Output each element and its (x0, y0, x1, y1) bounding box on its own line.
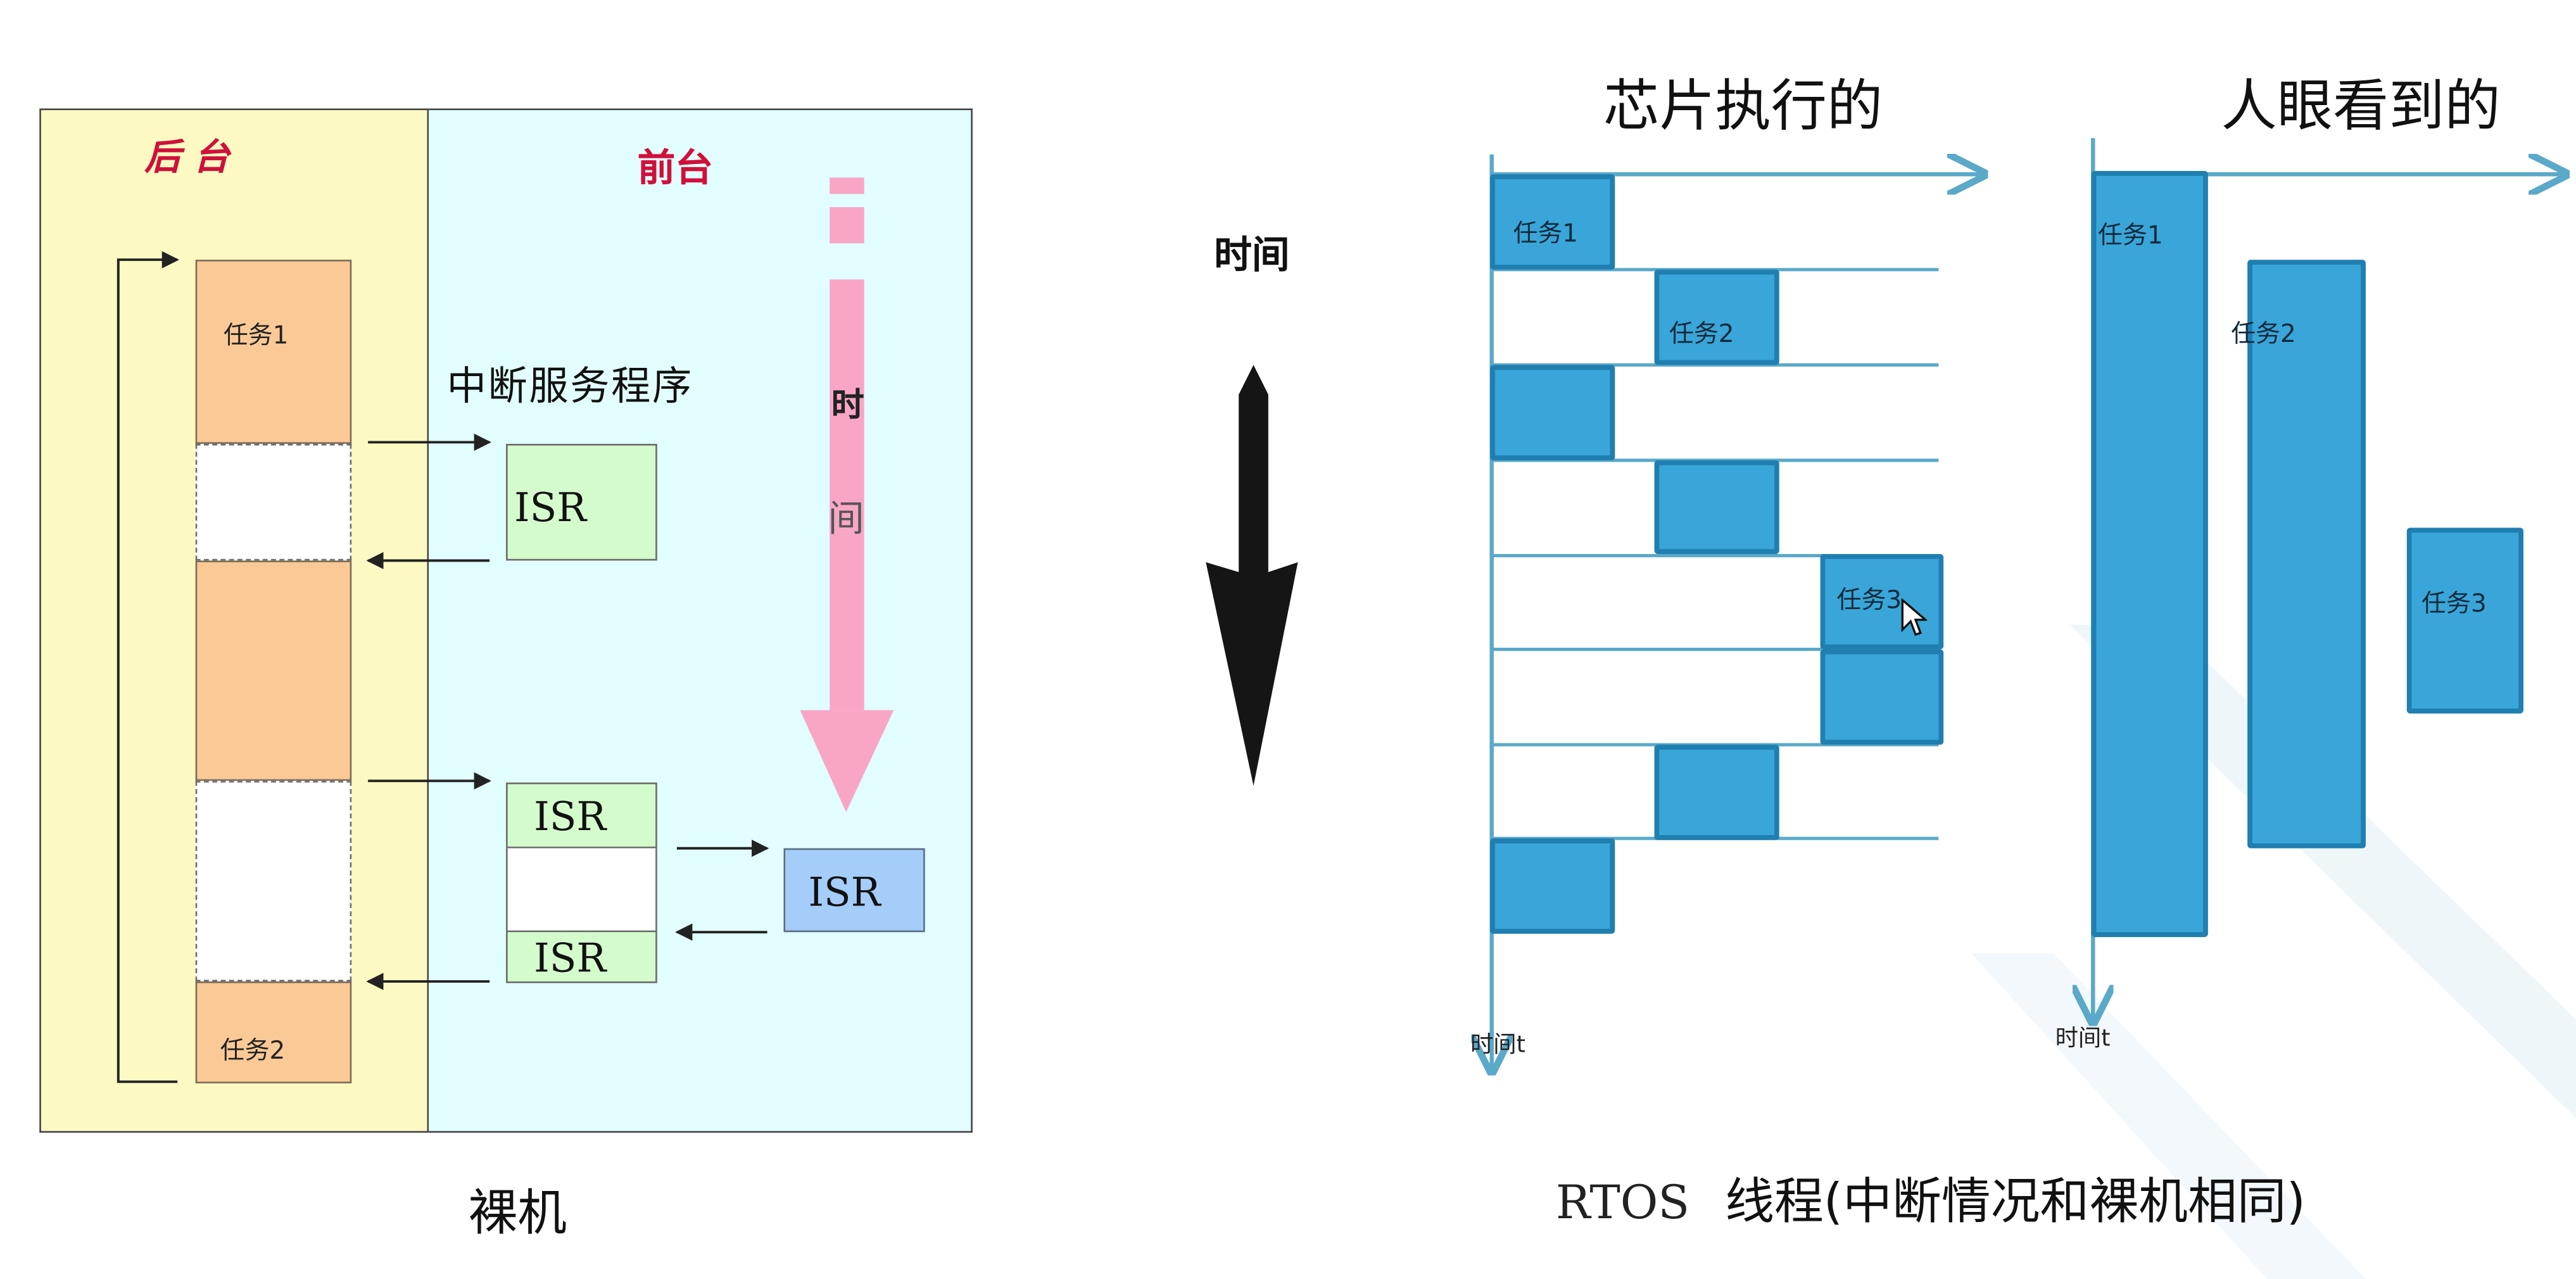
bare-metal-caption: 裸机 (468, 1185, 567, 1243)
eye-task1-bar (2091, 171, 2208, 937)
eye-axis-label: 时间t (2055, 1026, 2111, 1052)
loop-arrow (117, 251, 179, 1083)
diagram-canvas: 后 台 前台 任务1 任务2 中断服务程序 ISR ISR ISR ISR 时 … (0, 0, 2576, 1279)
chip-slice-task2-b (1654, 460, 1779, 554)
rtos-caption-prefix: RTOS (1555, 1175, 1690, 1230)
rtos-caption: 线程(中断情况和裸机相同) (1725, 1173, 2306, 1232)
chip-slice-task2-c (1654, 745, 1779, 840)
eye-task1-label: 任务1 (2098, 220, 2163, 250)
chip-slice-task1-b (1490, 365, 1615, 460)
chip-slice-task3-b (1820, 649, 1944, 745)
chip-axis-label: 时间t (1470, 1032, 1525, 1059)
eye-task2-label: 任务2 (2231, 318, 2296, 349)
eye-task3-label: 任务3 (2421, 588, 2487, 619)
chip-heading: 芯片执行的 (1603, 73, 1883, 140)
flow-arrows (117, 177, 894, 1083)
mouse-cursor-icon (1901, 598, 1928, 636)
time-char-2: 间 (828, 500, 864, 541)
middle-time-label: 时间 (1214, 235, 1290, 278)
chip-task3-label: 任务3 (1836, 585, 1902, 615)
chip-slice-task1-c (1490, 838, 1615, 934)
black-time-arrow (1206, 365, 1298, 786)
eye-heading: 人眼看到的 (2221, 73, 2501, 140)
chip-task2-label: 任务2 (1669, 318, 1734, 349)
pink-time-arrow (800, 177, 894, 812)
time-char-1: 时 (831, 384, 864, 424)
chip-task1-label: 任务1 (1513, 218, 1579, 249)
eye-task3-bar (2406, 527, 2523, 714)
